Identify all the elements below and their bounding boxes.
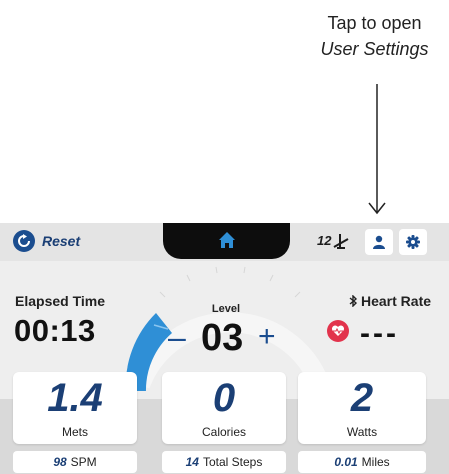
heart-rate-value: ---	[360, 317, 399, 350]
level-label: Level	[211, 303, 241, 315]
home-icon	[218, 232, 235, 248]
miles-value: 0.01	[334, 455, 358, 469]
calories-value: 0	[212, 376, 236, 420]
callout-line-2: User Settings	[320, 39, 429, 59]
reset-label: Reset	[42, 233, 81, 249]
level-value: 03	[201, 317, 244, 359]
watts-value: 2	[350, 376, 374, 420]
heart-rate-header: Heart Rate	[349, 293, 431, 309]
home-button[interactable]	[163, 223, 290, 259]
gear-icon	[406, 235, 420, 249]
bluetooth-icon	[349, 295, 358, 307]
mets-tile: 1.4 Mets	[13, 372, 137, 444]
calories-tile: 0 Calories	[162, 372, 286, 444]
total-steps-label: Total Steps	[202, 455, 263, 469]
miles-stat: 0.01 Miles	[298, 451, 426, 473]
mets-label: Mets	[61, 425, 88, 439]
level-increase-button[interactable]: +	[258, 321, 276, 353]
elapsed-time-value: 00:13	[14, 313, 96, 348]
total-steps-stat: 14 Total Steps	[162, 451, 286, 473]
incline-icon	[333, 234, 349, 249]
watts-label: Watts	[346, 425, 378, 439]
incline-value: 12	[317, 232, 332, 248]
user-icon	[373, 235, 385, 249]
spm-label: SPM	[70, 455, 97, 469]
console-screen: Reset 12 Elapsed Time 00:13 – Level 03 +…	[0, 223, 449, 474]
incline-indicator: 12	[317, 231, 349, 249]
settings-callout: Tap to open User Settings	[300, 10, 449, 62]
top-bar: Reset 12	[0, 223, 449, 261]
total-steps-value: 14	[185, 455, 199, 469]
elapsed-time-label: Elapsed Time	[15, 293, 106, 309]
user-settings-button[interactable]	[365, 229, 393, 255]
miles-label: Miles	[361, 455, 390, 469]
watts-tile: 2 Watts	[298, 372, 426, 444]
spm-stat: 98 SPM	[13, 451, 137, 473]
heart-rate-label: Heart Rate	[361, 293, 432, 309]
callout-arrow-icon	[368, 84, 386, 215]
calories-label: Calories	[201, 425, 246, 439]
callout-line-1: Tap to open	[327, 13, 422, 33]
settings-button[interactable]	[399, 229, 427, 255]
mets-value: 1.4	[47, 376, 103, 420]
spm-value: 98	[53, 455, 67, 469]
reset-button[interactable]: Reset	[13, 230, 80, 252]
level-decrease-button[interactable]: –	[168, 321, 186, 353]
reset-icon	[13, 230, 35, 252]
heart-icon	[327, 320, 349, 342]
